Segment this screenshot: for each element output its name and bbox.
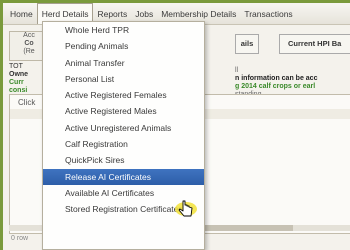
panel-label: Click [18, 98, 36, 107]
menu-item-active-registered-males[interactable]: Active Registered Males [43, 103, 204, 119]
info-right-line: n information can be acc [235, 75, 318, 82]
menu-item-whole-herd-tpr[interactable]: Whole Herd TPR [43, 22, 204, 38]
info-right-line: g 2014 calf crops or earl [235, 83, 316, 90]
hand-cursor-icon [175, 200, 197, 217]
menu-item-active-registered-females[interactable]: Active Registered Females [43, 87, 204, 103]
menu-item-calf-registration[interactable]: Calf Registration [43, 136, 204, 152]
menu-item-animal-transfer[interactable]: Animal Transfer [43, 55, 204, 71]
menu-home[interactable]: Home [6, 3, 37, 25]
menu-item-pending-animals[interactable]: Pending Animals [43, 38, 204, 54]
menu-item-release-ai-certificates[interactable]: Release AI Certificates [43, 168, 204, 185]
menu-item-personal-list[interactable]: Personal List [43, 71, 204, 87]
current-hpi-tab[interactable]: Current HPI Ba [279, 34, 350, 54]
menu-item-quickpick-sires[interactable]: QuickPick Sires [43, 152, 204, 168]
menu-item-active-unregistered-animals[interactable]: Active Unregistered Animals [43, 120, 204, 136]
info-right-line: ll [235, 67, 239, 74]
details-tab[interactable]: ails [235, 34, 259, 54]
row-count: 0 row [11, 235, 29, 242]
menu-transactions[interactable]: Transactions [240, 3, 296, 25]
